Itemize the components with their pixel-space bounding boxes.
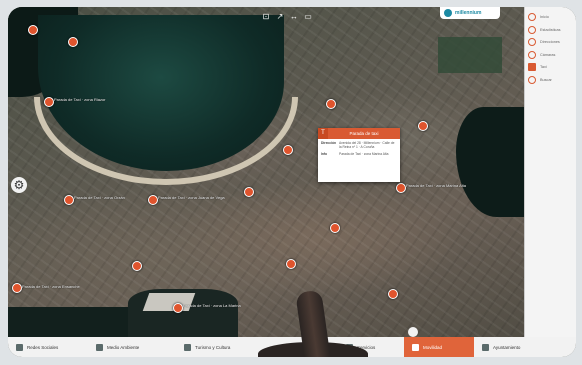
home-icon <box>528 13 536 22</box>
sidebar-item-label: Direcciones <box>540 40 560 45</box>
map-pin[interactable] <box>173 303 183 313</box>
popup-title: Parada de taxi <box>349 131 379 136</box>
sidebar-item-estadisticas[interactable]: Estadísticas <box>525 24 576 37</box>
rotate-icon[interactable]: ⊡ <box>262 13 270 21</box>
sidebar-item-label: Cámaras <box>540 52 556 57</box>
nav-label: Redes Sociales <box>27 344 59 350</box>
nav-label: Turismo y Cultura <box>195 344 231 350</box>
map-pin[interactable] <box>244 187 254 197</box>
pin-label: Parada de Taxi · zona Juana de Vega <box>158 195 225 200</box>
map-pin[interactable] <box>396 183 406 193</box>
park-area <box>438 37 502 73</box>
map-pin[interactable] <box>28 25 38 35</box>
sidebar-item-taxi[interactable]: Taxi <box>525 61 576 74</box>
nav-label: Movilidad <box>423 344 443 350</box>
townhall-icon <box>482 343 489 351</box>
nav-ayuntamiento[interactable]: Ayuntamiento <box>474 337 552 357</box>
logo-mark-icon <box>444 9 452 17</box>
map-pin[interactable] <box>283 145 293 155</box>
stats-icon <box>528 25 536 34</box>
scroll-indicator[interactable] <box>408 327 418 337</box>
map-pin[interactable] <box>286 259 296 269</box>
nav-label: Ayuntamiento <box>493 344 521 350</box>
taxi-icon: T <box>318 128 328 139</box>
sidebar-item-label: Inicio <box>540 15 549 20</box>
sidebar-item-inicio[interactable]: Inicio <box>525 11 576 24</box>
sidebar-item-label: Buscar <box>540 77 552 82</box>
pin-label: Parada de Taxi · zona Marina Alta <box>406 183 466 188</box>
map-pin[interactable] <box>44 97 54 107</box>
brand-logo: millennium <box>440 7 500 19</box>
mobility-icon <box>412 343 419 351</box>
building <box>142 293 196 311</box>
directions-icon <box>528 38 536 47</box>
gear-icon[interactable]: ⚙ <box>11 177 27 193</box>
map-pin[interactable] <box>330 223 340 233</box>
map-pin[interactable] <box>148 195 158 205</box>
popup-key: Info <box>321 151 328 156</box>
zoom-out-icon[interactable]: ▭ <box>304 13 312 21</box>
map-toolbar: ⊡ ↗ ↔ ▭ <box>262 13 312 21</box>
nav-label: Medio Ambiente <box>107 344 140 350</box>
sidebar-item-direcciones[interactable]: Direcciones <box>525 36 576 49</box>
environment-icon <box>96 343 103 351</box>
camera-icon <box>528 50 536 59</box>
map-pin[interactable] <box>132 261 142 271</box>
map-pin[interactable] <box>68 37 78 47</box>
sidebar-item-label: Estadísticas <box>540 27 561 32</box>
sidebar-item-camaras[interactable]: Cámaras <box>525 49 576 62</box>
logo-text: millennium <box>455 10 482 16</box>
popup-key: Dirección <box>321 141 337 145</box>
map-pin[interactable] <box>12 283 22 293</box>
zoom-in-icon[interactable]: ↔ <box>290 13 298 21</box>
sidebar-item-label: Taxi <box>540 65 547 70</box>
right-sidebar: Inicio Estadísticas Direcciones Cámaras … <box>524 7 576 337</box>
info-popup: T Parada de taxi Dirección Avenida del 2… <box>318 128 400 182</box>
search-icon <box>528 75 536 84</box>
popup-row: Dirección Avenida del 28 · Millennium · … <box>318 139 400 150</box>
nav-turismo-cultura[interactable]: Turismo y Cultura <box>176 337 268 357</box>
pin-label: Parada de Taxi · zona Orzán <box>74 195 125 200</box>
tourism-icon <box>184 343 191 351</box>
social-icon <box>16 343 23 351</box>
sidebar-item-buscar[interactable]: Buscar <box>525 74 576 87</box>
map-pin[interactable] <box>388 289 398 299</box>
popup-value: Avenida del 28 · Millennium · Calle de l… <box>339 141 395 150</box>
popup-header: T Parada de taxi <box>318 128 400 139</box>
popup-value: Parada de Taxi · zona Marina Alta <box>339 151 389 156</box>
popup-row: Info Parada de Taxi · zona Marina Alta <box>318 150 400 156</box>
pin-label: Parada de Taxi · zona La Marina <box>183 303 241 308</box>
pin-label: Parada de Taxi · zona Riazor <box>54 97 106 102</box>
map-pin[interactable] <box>326 99 336 109</box>
map-pin[interactable] <box>418 121 428 131</box>
harbor-water <box>8 307 128 337</box>
nav-movilidad[interactable]: Movilidad <box>404 337 474 357</box>
taxi-icon <box>528 63 536 72</box>
satellite-map[interactable]: Parada de Taxi · zona Riazor Parada de T… <box>8 7 524 337</box>
measure-icon[interactable]: ↗ <box>276 13 284 21</box>
map-pin[interactable] <box>64 195 74 205</box>
nav-redes-sociales[interactable]: Redes Sociales <box>8 337 88 357</box>
kiosk-screen: Parada de Taxi · zona Riazor Parada de T… <box>8 7 576 357</box>
pin-label: Parada de Taxi · zona Ensanche <box>22 284 80 289</box>
nav-medio-ambiente[interactable]: Medio Ambiente <box>88 337 176 357</box>
